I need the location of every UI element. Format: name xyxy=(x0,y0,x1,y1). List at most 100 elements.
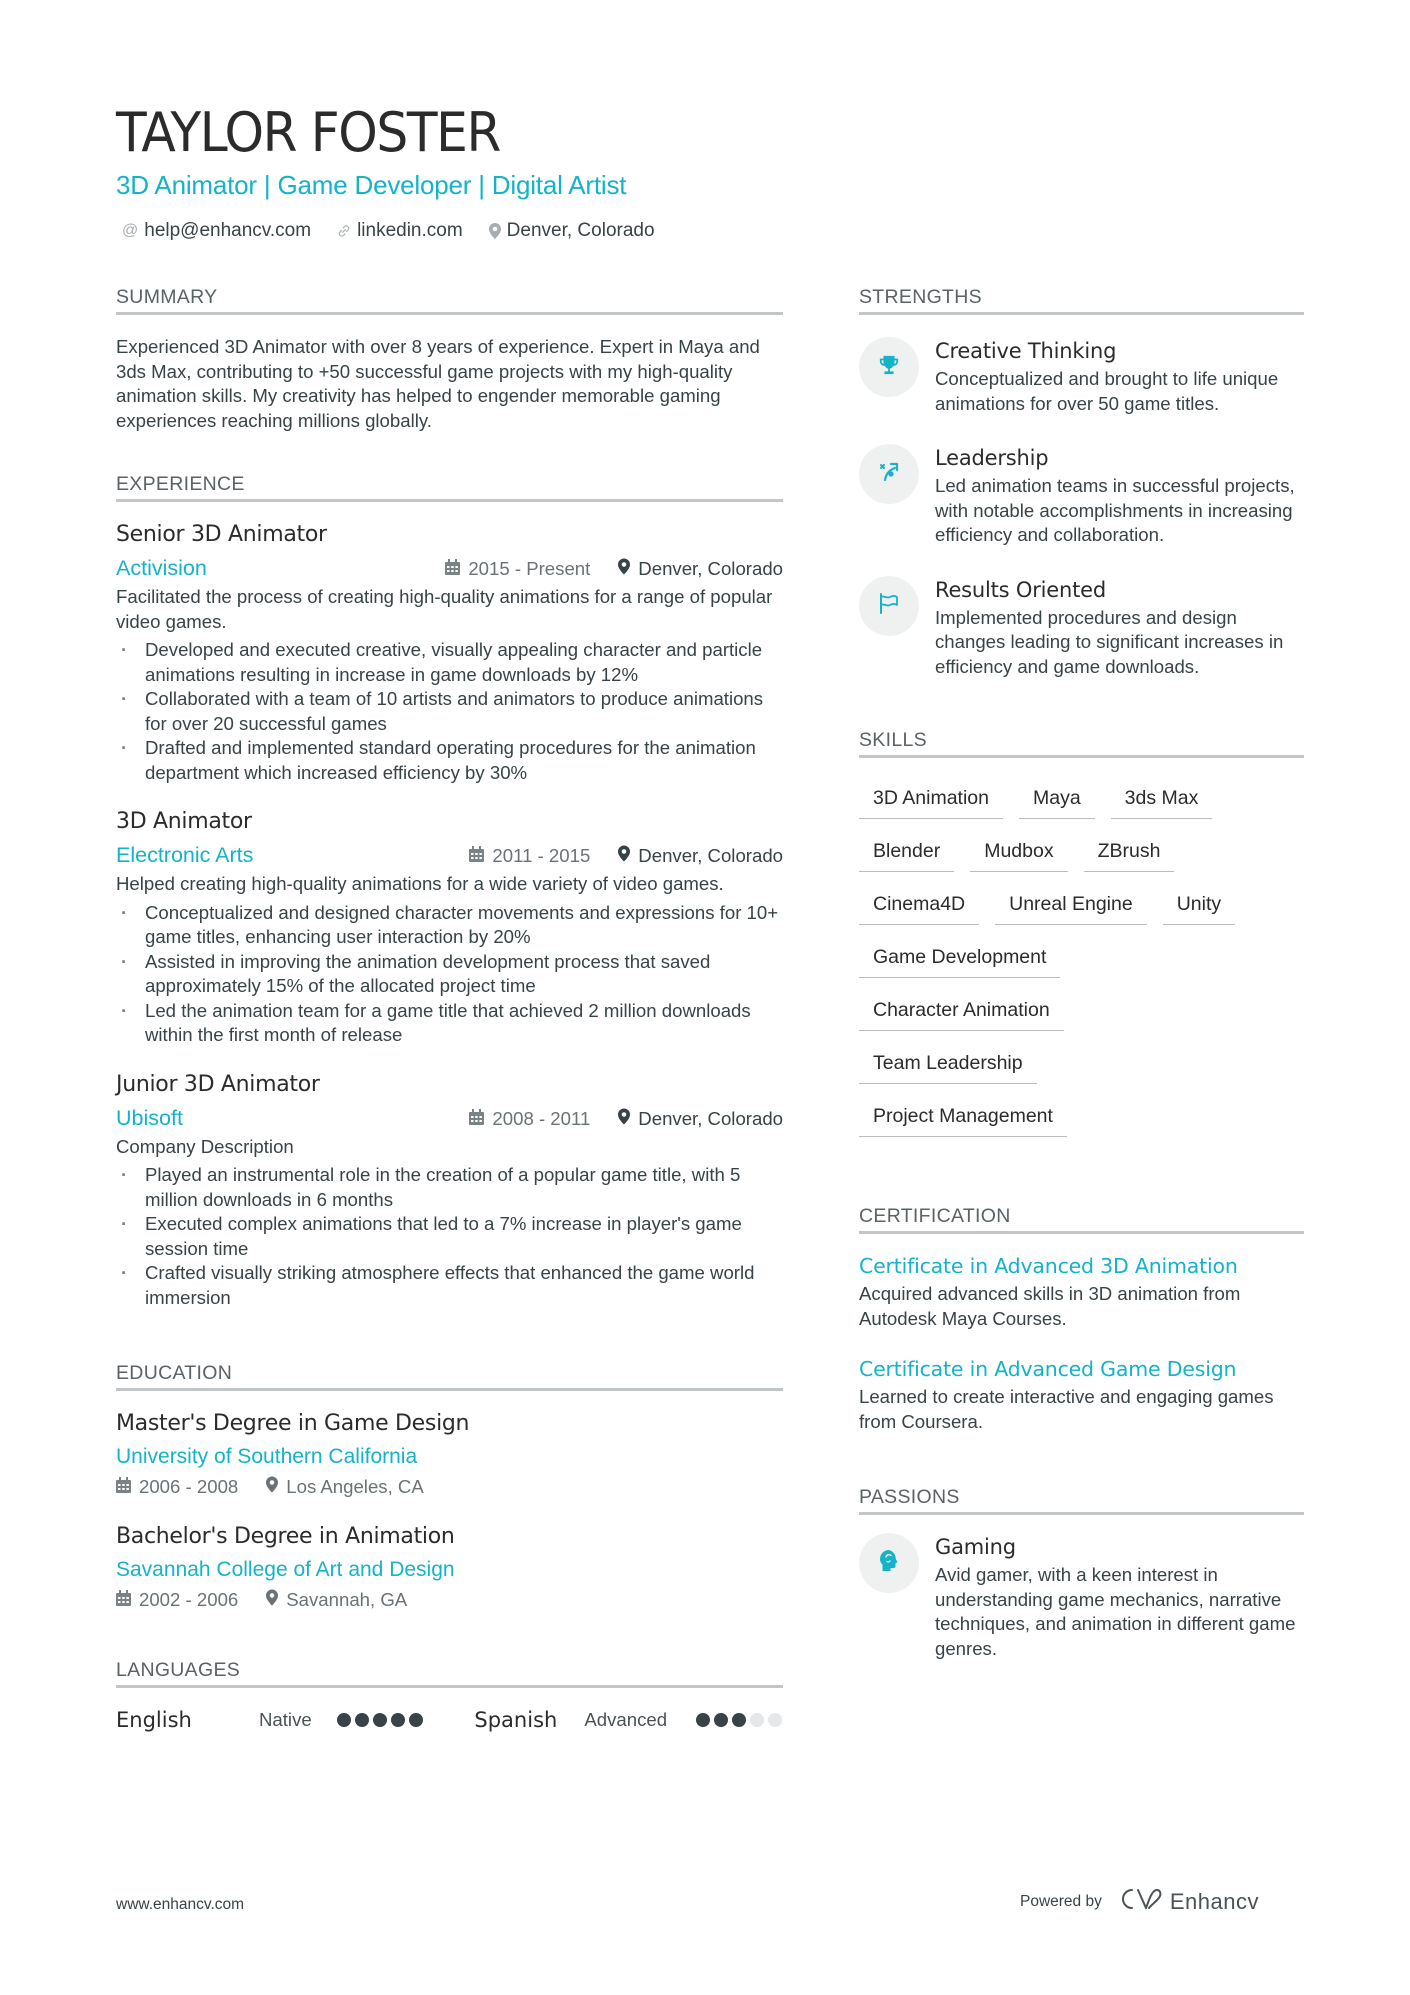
rating-dot-filled xyxy=(409,1713,423,1727)
skill-tag: Unreal Engine xyxy=(995,878,1147,925)
skill-tag: Game Development xyxy=(859,931,1061,978)
company-name[interactable]: Activision xyxy=(116,553,207,583)
strength-item: Leadership Led animation teams in succes… xyxy=(859,444,1304,548)
calendar-icon xyxy=(469,845,485,867)
job-title: Senior 3D Animator xyxy=(116,522,327,547)
summary-text: Experienced 3D Animator with over 8 year… xyxy=(116,336,760,431)
passion-description: Avid gamer, with a keen interest in unde… xyxy=(935,1564,1296,1659)
education-location: Los Angeles, CA xyxy=(286,1476,424,1497)
skill-tag: Maya xyxy=(1018,772,1095,819)
certification-title[interactable]: Certificate in Advanced 3D Animation xyxy=(859,1252,1304,1280)
brand-name: Enhancv xyxy=(1169,1889,1259,1914)
skill-tag: Blender xyxy=(859,825,955,872)
strategy-icon xyxy=(877,460,901,489)
language-item: Spanish Advanced xyxy=(474,1708,783,1732)
section-heading: STRENGTHS xyxy=(859,284,1304,315)
strength-description: Implemented procedures and design change… xyxy=(935,606,1284,677)
skill-tag: 3D Animation xyxy=(859,772,1003,819)
enhancv-logo[interactable]: Enhancv xyxy=(1118,1886,1259,1918)
bullet-item: Assisted in improving the animation deve… xyxy=(116,950,783,999)
passions-section: PASSIONS Gaming Avid gamer, with a keen … xyxy=(859,1484,1304,1661)
strength-description: Led animation teams in successful projec… xyxy=(935,475,1295,545)
powered-by-label: Powered by xyxy=(1020,1893,1102,1910)
language-rating xyxy=(696,1713,783,1727)
section-heading: PASSIONS xyxy=(859,1484,1304,1515)
certification-item: Certificate in Advanced Game Design Lear… xyxy=(859,1355,1304,1434)
job-title: 3D Animator xyxy=(116,809,252,834)
strength-title: Results Oriented xyxy=(935,577,1107,602)
bullet-item: Collaborated with a team of 10 artists a… xyxy=(116,687,783,736)
school-name[interactable]: Savannah College of Art and Design xyxy=(116,1555,783,1585)
strength-item: Creative Thinking Conceptualized and bro… xyxy=(859,337,1304,416)
rating-dot-empty xyxy=(750,1713,765,1727)
calendar-icon xyxy=(116,1474,131,1500)
flag-icon xyxy=(877,591,901,620)
job-dates: 2011 - 2015 xyxy=(492,845,591,866)
location-pin-icon xyxy=(618,845,631,867)
education-item: Bachelor's Degree in Animation Savannah … xyxy=(116,1522,783,1613)
section-heading: CERTIFICATION xyxy=(859,1203,1304,1234)
right-column: STRENGTHS Creative Thinking Conceptualiz… xyxy=(859,284,1304,1661)
contact-linkedin-text: linkedin.com xyxy=(357,220,463,241)
job-title: Junior 3D Animator xyxy=(116,1071,320,1097)
section-heading: LANGUAGES xyxy=(116,1657,783,1688)
left-column: SUMMARY Experienced 3D Animator with ove… xyxy=(116,284,783,1732)
degree-title: Master's Degree in Game Design xyxy=(116,1411,470,1436)
section-heading: EDUCATION xyxy=(116,1360,783,1391)
skill-tag: Cinema4D xyxy=(859,878,980,925)
rating-dot-filled xyxy=(391,1713,405,1727)
bullet-item: Led the animation team for a game title … xyxy=(116,999,783,1048)
languages-section: LANGUAGES English Native Spanish Advance… xyxy=(116,1657,783,1732)
bullet-item: Developed and executed creative, visuall… xyxy=(116,638,783,687)
passion-item: Gaming Avid gamer, with a keen interest … xyxy=(859,1533,1304,1661)
calendar-icon xyxy=(116,1587,131,1613)
education-dates: 2002 - 2006 xyxy=(139,1589,239,1610)
job-location: Denver, Colorado xyxy=(638,1107,783,1129)
job-description: Company Description xyxy=(116,1135,294,1157)
job-description: Helped creating high-quality animations … xyxy=(116,873,724,894)
job-bullets: Conceptualized and designed character mo… xyxy=(116,901,783,1048)
education-dates: 2006 - 2008 xyxy=(139,1476,239,1497)
education-section: EDUCATION Master's Degree in Game Design… xyxy=(116,1360,783,1613)
candidate-title: 3D Animator | Game Developer | Digital A… xyxy=(116,170,627,200)
job-dates: 2015 - Present xyxy=(468,558,591,579)
footer-website[interactable]: www.enhancv.com xyxy=(116,1896,244,1914)
skill-tag: Mudbox xyxy=(970,825,1068,872)
location-pin-icon xyxy=(488,223,501,239)
job-location: Denver, Colorado xyxy=(638,845,783,866)
summary-section: SUMMARY Experienced 3D Animator with ove… xyxy=(116,284,783,433)
section-heading: SKILLS xyxy=(859,727,1304,758)
education-item: Master's Degree in Game Design Universit… xyxy=(116,1409,783,1500)
resume-header: TAYLOR FOSTER 3D Animator | Game Develop… xyxy=(116,100,1306,244)
bullet-item: Executed complex animations that led to … xyxy=(116,1212,783,1261)
certification-title[interactable]: Certificate in Advanced Game Design xyxy=(859,1355,1304,1383)
rating-dot-filled xyxy=(355,1713,369,1727)
skill-tag: Unity xyxy=(1162,878,1236,925)
job-location: Denver, Colorado xyxy=(638,558,783,579)
location-pin-icon xyxy=(266,1474,279,1500)
language-rating xyxy=(337,1713,423,1727)
skills-list: 3D Animation Maya 3ds Max Blender Mudbox… xyxy=(859,772,1299,1143)
skill-tag: Project Management xyxy=(859,1090,1067,1137)
experience-item: Senior 3D Animator Activision 2015 - Pre… xyxy=(116,520,783,785)
skill-tag: 3ds Max xyxy=(1110,772,1213,819)
strength-description: Conceptualized and brought to life uniqu… xyxy=(935,368,1279,414)
contact-email[interactable]: @ help@enhancv.com xyxy=(122,218,311,244)
language-level: Native xyxy=(259,1709,312,1730)
experience-item: 3D Animator Electronic Arts 2011 - 2015 … xyxy=(116,807,783,1048)
skills-section: SKILLS 3D Animation Maya 3ds Max Blender… xyxy=(859,727,1304,1143)
degree-title: Bachelor's Degree in Animation xyxy=(116,1524,455,1549)
contact-location-text: Denver, Colorado xyxy=(506,220,655,241)
rating-dot-filled xyxy=(337,1713,351,1727)
strength-title: Creative Thinking xyxy=(935,339,1117,363)
school-name[interactable]: University of Southern California xyxy=(116,1442,783,1472)
certification-section: CERTIFICATION Certificate in Advanced 3D… xyxy=(859,1203,1304,1434)
job-description: Facilitated the process of creating high… xyxy=(116,586,773,632)
contact-location: Denver, Colorado xyxy=(488,218,655,244)
at-icon: @ xyxy=(122,222,139,239)
company-name[interactable]: Electronic Arts xyxy=(116,840,253,870)
contact-linkedin[interactable]: linkedin.com xyxy=(337,218,463,244)
rating-dot-empty xyxy=(768,1713,783,1727)
company-name[interactable]: Ubisoft xyxy=(116,1103,183,1133)
footer-branding: Powered by Enhancv xyxy=(1020,1886,1259,1918)
